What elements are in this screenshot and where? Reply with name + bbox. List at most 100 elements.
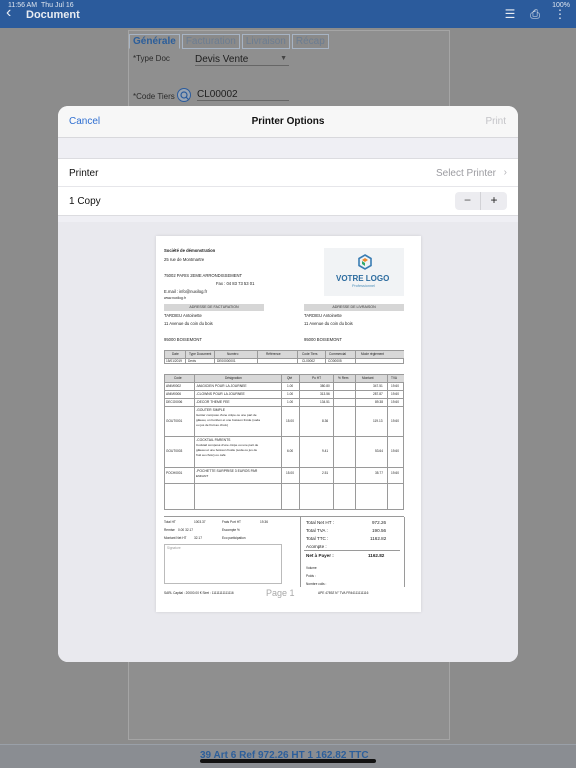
printer-row[interactable]: Printer Select Printer › <box>58 158 518 187</box>
delivery-address-header: ADRESSE DE LIVRAISON <box>304 304 404 311</box>
line-pu: 313.56 <box>320 392 330 396</box>
line-montant: 347.51 <box>373 384 383 388</box>
line-qty: 1.00 <box>287 400 294 404</box>
home-indicator <box>200 759 376 763</box>
total-ttc-value: 1162.82 <box>370 536 387 541</box>
tab-livraison[interactable]: Livraison <box>241 34 290 49</box>
dropdown-arrow-icon: ▼ <box>280 55 287 62</box>
line-detail: fruit au choix) ou café <box>196 453 226 457</box>
delivery-city: 95000 BOISEMONT <box>304 337 342 342</box>
delivery-name: TARDIEU Antoinette <box>304 313 342 318</box>
line-divider <box>165 382 404 383</box>
type-doc-select[interactable]: Devis Vente ▼ <box>195 54 289 66</box>
tab-recap[interactable]: Récap <box>291 34 329 49</box>
info-header-commercial: Commercial <box>329 352 347 356</box>
line-montant: 89.38 <box>375 400 383 404</box>
search-icon[interactable] <box>177 88 191 102</box>
line-tva: 19.60 <box>391 400 399 404</box>
line-tva: 19.60 <box>391 471 399 475</box>
line-header-qty: Qté <box>287 376 293 380</box>
info-code-tiers: CL00002 <box>302 359 315 363</box>
line-designation: -MAGICIEN POUR LA JOURNEE <box>196 384 247 388</box>
total-ttc-label: Total TTC : <box>306 536 329 541</box>
line-qty: 6.00 <box>287 449 294 453</box>
logo-text: VOTRE LOGO <box>336 274 390 283</box>
tab-facturation[interactable]: Facturation <box>181 34 240 49</box>
montant-net-value: 32.17 <box>194 536 202 540</box>
line-pu: 8.36 <box>322 419 329 423</box>
code-tiers-field[interactable]: CL00002 <box>197 89 289 101</box>
line-divider <box>165 483 404 484</box>
line-designation: -CLOWNS POUR LA JOURNEE <box>196 392 245 396</box>
billing-name: TARDIEU Antoinette <box>164 313 202 318</box>
info-commercial: CO00005 <box>328 359 342 363</box>
line-pu: 9.41 <box>322 449 329 453</box>
legal-footer-right: APE 4789Z N° TVA FR44111111116 <box>318 591 369 595</box>
line-code: ANIM0002 <box>166 384 182 388</box>
document-info-table: Date Type Document Numéro Référence Code… <box>164 350 404 364</box>
back-chevron-icon[interactable]: ‹ <box>6 5 11 21</box>
line-code: DECO0006 <box>166 400 183 404</box>
line-header-montant: Montant <box>362 376 374 380</box>
billing-street: 11 Avenue du coin du bois <box>164 321 213 326</box>
info-col-sep <box>325 351 326 364</box>
print-preview-area: Société de démonstration 25 rue de Montm… <box>58 222 518 662</box>
nav-title: Document <box>26 9 80 21</box>
nombre-colis-label: Nombre colis : <box>306 582 327 586</box>
remise-label: Remise <box>164 528 175 532</box>
copies-label: 1 Copy <box>69 196 101 207</box>
printer-label: Printer <box>69 168 99 179</box>
net-a-payer-label: Net à Payer : <box>306 553 334 558</box>
nav-bar: 11:56 AM Thu Jul 16 100% ‹ Document ☰ ⎙ … <box>0 0 576 28</box>
info-numero: DE00000001 <box>217 359 236 363</box>
billing-address-header: ADRESSE DE FACTURATION <box>164 304 264 311</box>
page-preview[interactable]: Société de démonstration 25 rue de Montm… <box>156 236 421 612</box>
line-divider <box>165 436 404 437</box>
decrement-button[interactable]: − <box>455 192 481 210</box>
info-header-reglement: Mode règlement <box>361 352 385 356</box>
line-col-sep <box>194 375 195 510</box>
page-number-label: Page 1 <box>266 588 295 598</box>
line-code: POCH0001 <box>166 471 183 475</box>
total-tva-value: 190.56 <box>372 528 387 533</box>
signature-label: Signature <box>167 546 181 550</box>
frais-port-value: 19.36 <box>260 520 268 524</box>
sheet-header: Cancel Printer Options Print <box>58 106 518 138</box>
printer-icon[interactable]: ⎙ <box>527 7 543 21</box>
company-logo: VOTRE LOGO Professionnel <box>324 248 404 296</box>
sheet-title: Printer Options <box>251 116 325 127</box>
totals-bar: 39 Art 6 Ref 972.26 HT 1 162.82 TTC <box>0 744 576 768</box>
company-name: Société de démonstration <box>164 248 216 253</box>
line-montant: 119.13 <box>373 419 383 423</box>
list-icon[interactable]: ☰ <box>502 7 518 21</box>
line-tva: 19.60 <box>391 419 399 423</box>
info-header-date: Date <box>172 352 179 356</box>
tab-generale[interactable]: Générale <box>129 34 180 49</box>
info-divider <box>165 358 404 359</box>
total-net-ht-value: 972.26 <box>372 520 387 525</box>
acompte-label: Acompte : <box>306 544 327 549</box>
form-tabs: Générale Facturation Livraison Récap <box>129 34 329 49</box>
copies-stepper: − + <box>455 192 507 210</box>
line-code: GOUT0003 <box>166 449 183 453</box>
line-code: ANIM0006 <box>166 392 182 396</box>
select-printer-value: Select Printer <box>435 168 496 179</box>
company-city: 75002 PARIS 2EME ARRONDISSEMENT <box>164 273 243 278</box>
info-header-type: Type Document <box>189 352 212 356</box>
line-col-sep <box>355 375 356 510</box>
chevron-right-icon: › <box>503 167 507 178</box>
info-date: 15/01/2019 <box>166 359 182 363</box>
print-button[interactable]: Print <box>485 116 506 127</box>
total-ht-value: 1003.37 <box>194 520 206 524</box>
line-code: GOUT0001 <box>166 419 183 423</box>
line-divider <box>165 467 404 468</box>
net-a-payer-value: 1162.82 <box>368 553 385 558</box>
line-qty: 15.00 <box>286 419 294 423</box>
line-header-designation: Désignation <box>225 376 242 380</box>
info-col-sep <box>297 351 298 364</box>
increment-button[interactable]: + <box>481 192 507 210</box>
line-designation: -DECOR THEME FEE <box>196 400 230 404</box>
info-header-numero: Numéro <box>227 352 239 356</box>
more-icon[interactable]: ⋮ <box>552 7 568 21</box>
line-qty: 1.00 <box>287 392 294 396</box>
